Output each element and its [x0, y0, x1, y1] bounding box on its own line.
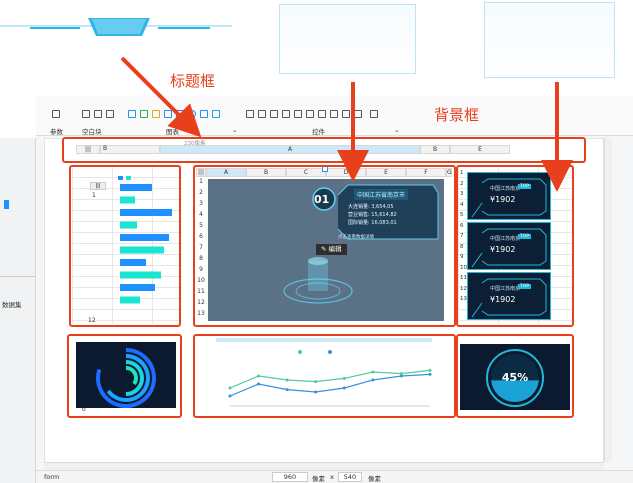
horizontal-scrollbar[interactable]	[44, 462, 604, 470]
status-bar: form 960 像素 x 540 像素	[36, 470, 633, 483]
sheet-name-tab[interactable]: form	[44, 473, 59, 481]
height-input[interactable]: 540	[338, 472, 362, 482]
title-frame-arrow	[120, 56, 202, 138]
times-sign: x	[330, 473, 334, 481]
title-frame-label: 标题框	[170, 72, 216, 90]
bg-frame-label: 背景框	[434, 106, 480, 124]
annotation-arrows	[120, 56, 573, 192]
width-unit: 像素	[312, 475, 325, 483]
width-input[interactable]: 960	[272, 472, 308, 482]
height-unit: 像素	[368, 475, 381, 483]
vertical-scrollbar[interactable]	[604, 138, 612, 462]
